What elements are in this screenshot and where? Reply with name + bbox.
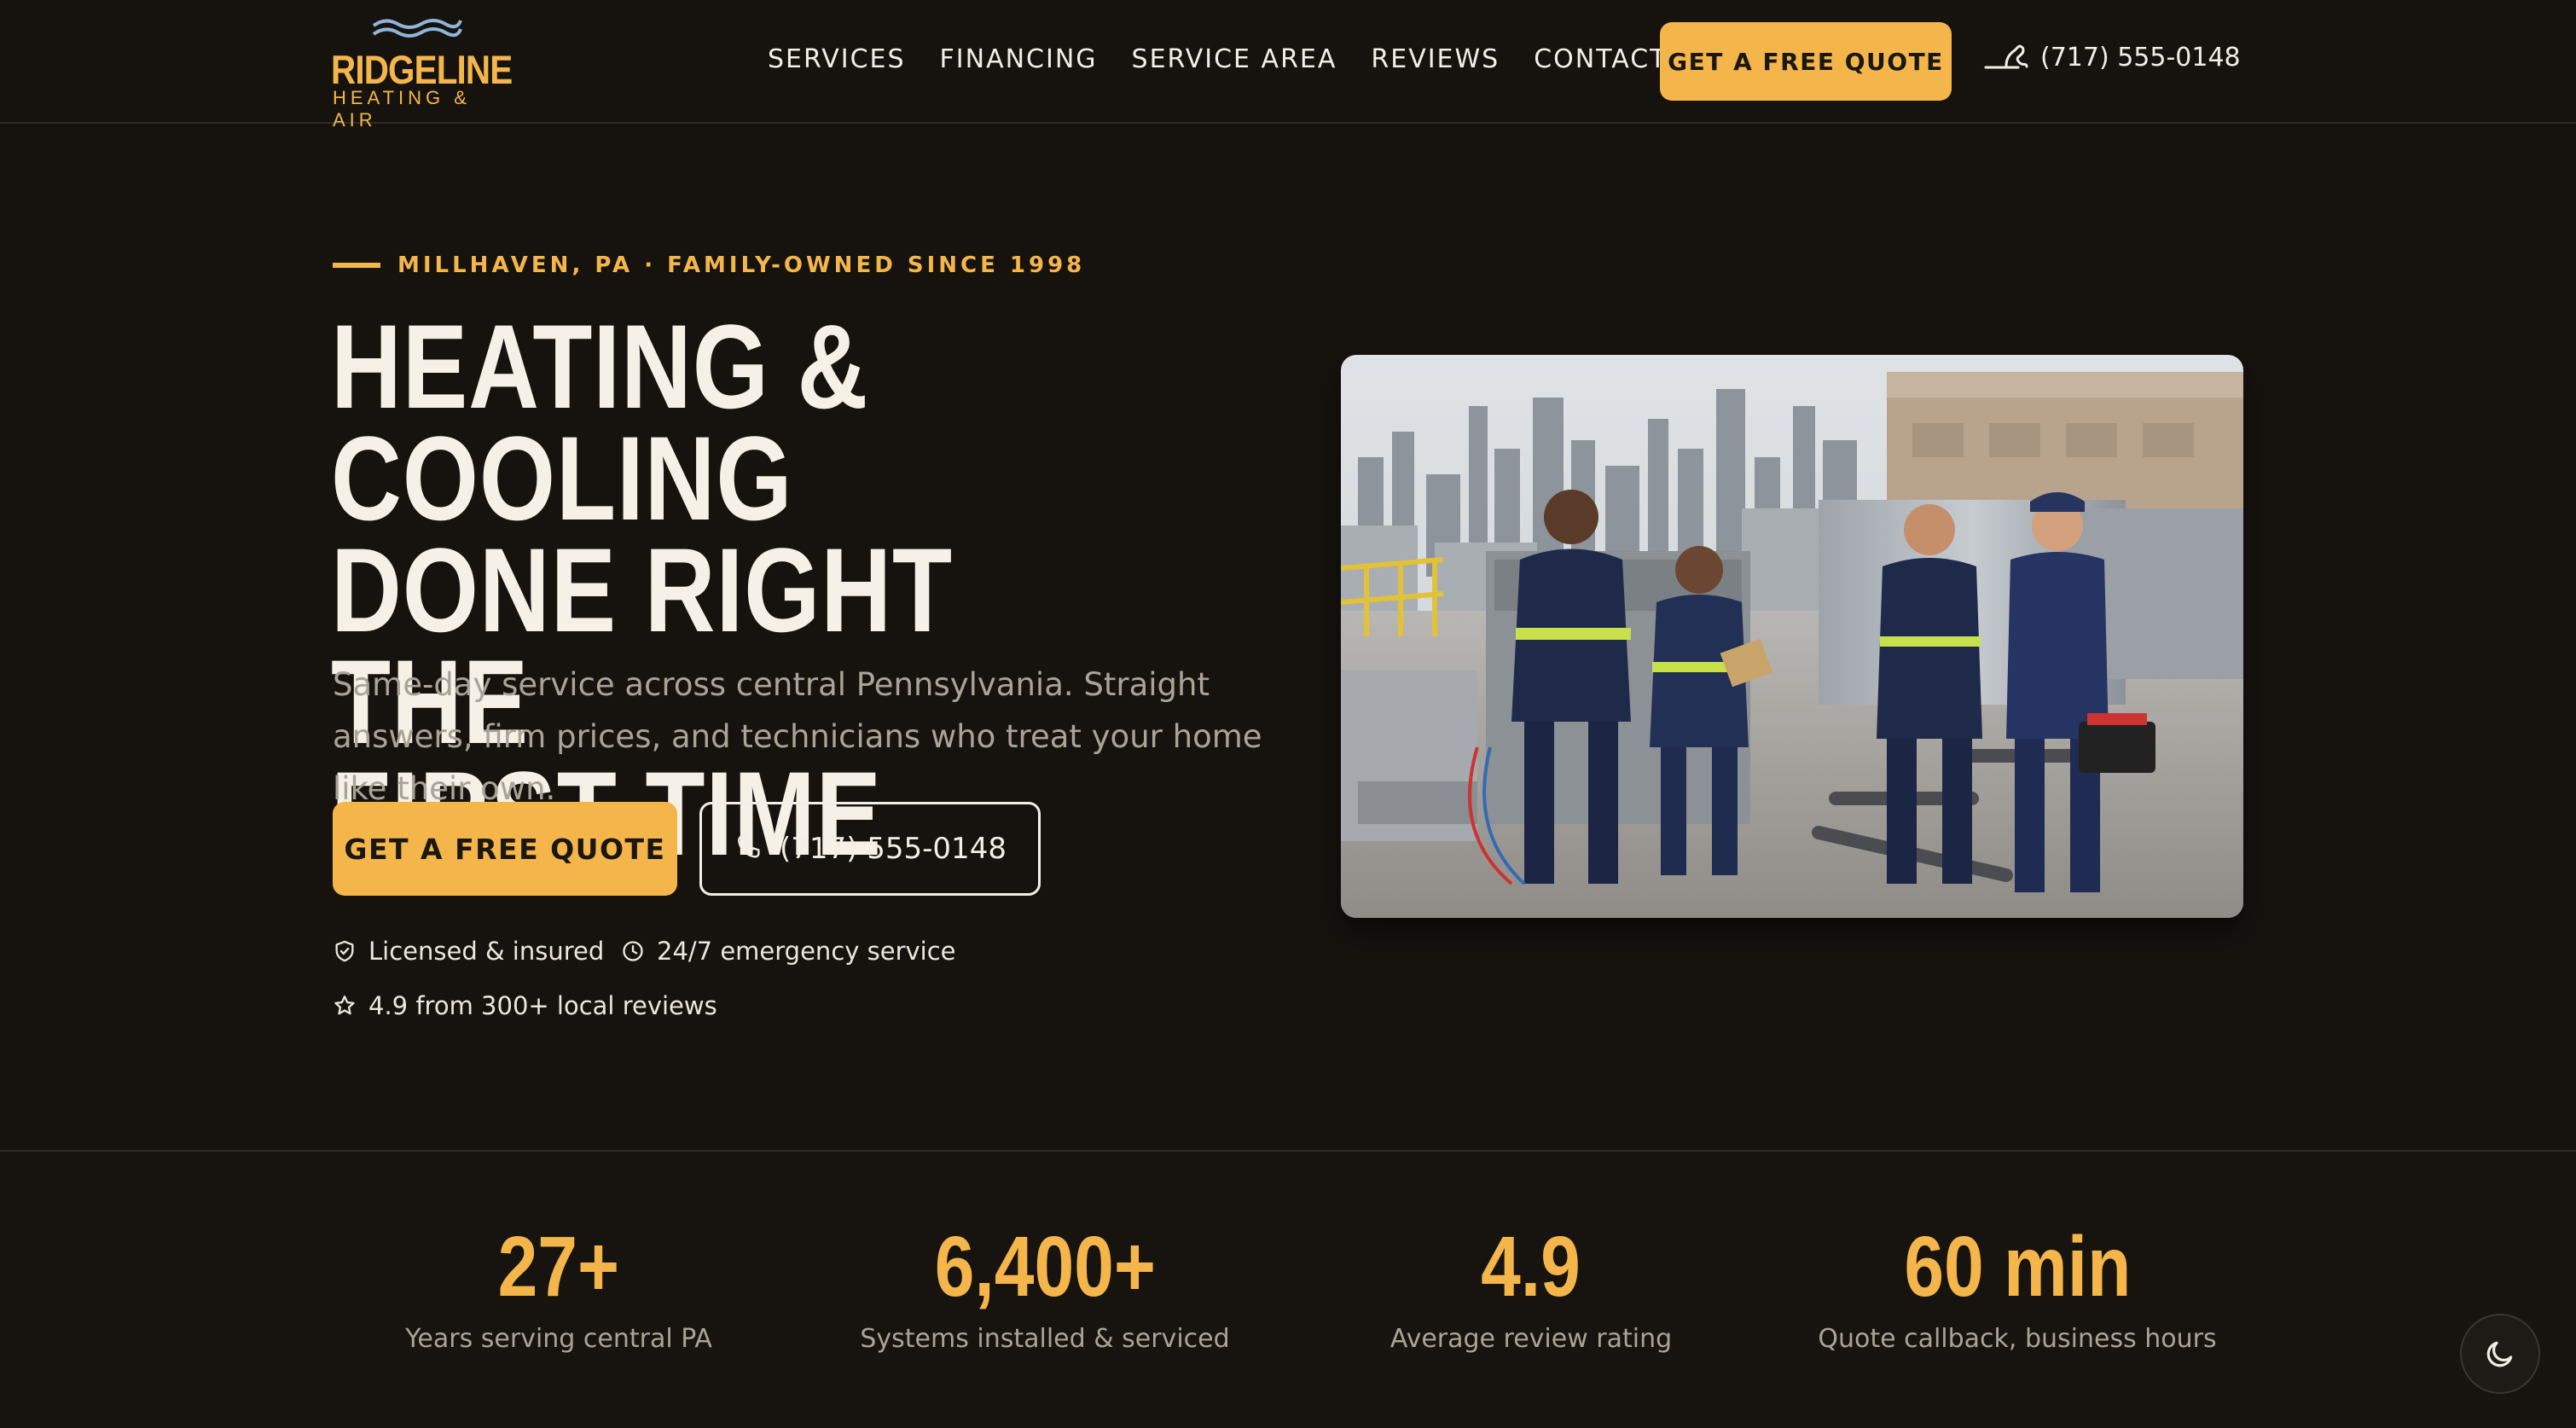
hero-quote-button[interactable]: GET A FREE QUOTE	[333, 802, 677, 896]
trust-licensed: Licensed & insured	[333, 937, 604, 966]
hero-call-button[interactable]: (717) 555-0148	[699, 802, 1041, 896]
hero-call-number: (717) 555-0148	[780, 832, 1007, 866]
waves-icon	[372, 19, 462, 38]
stat-value: 27+	[497, 1219, 620, 1315]
phone-icon	[738, 835, 760, 858]
stat-label: Average review rating	[1390, 1324, 1673, 1354]
nav-phone-link[interactable]: (717) 555-0148	[1984, 43, 2241, 73]
stat-value: 6,400+	[934, 1219, 1156, 1315]
trust-emergency: 24/7 emergency service	[621, 937, 956, 966]
brand-subtitle: HEATING & AIR	[333, 87, 471, 131]
phone-handset-icon	[1984, 44, 2028, 68]
eyebrow-text: MILLHAVEN, PA · FAMILY-OWNED SINCE 1998	[397, 253, 1086, 278]
trust-reviews-label: 4.9 from 300+ local reviews	[368, 991, 717, 1020]
hero-subtitle: Same-day service across central Pennsylv…	[333, 666, 1262, 807]
hero-eyebrow: MILLHAVEN, PA · FAMILY-OWNED SINCE 1998	[333, 253, 1085, 278]
stat-label: Quote callback, business hours	[1818, 1324, 2217, 1354]
shield-check-icon	[335, 940, 354, 962]
theme-toggle-button[interactable]	[2460, 1314, 2540, 1394]
eyebrow-rule	[333, 263, 380, 268]
nav-service-area[interactable]: SERVICE AREA	[1132, 44, 1337, 74]
stat-label: Systems installed & serviced	[860, 1324, 1230, 1354]
site-header: RIDGELINE HEATING & AIR SERVICES FINANCI…	[0, 0, 2576, 131]
hero-title-line-1: HEATING & COOLING	[331, 299, 869, 545]
nav-phone-number: (717) 555-0148	[2040, 43, 2241, 73]
nav-quote-button[interactable]: GET A FREE QUOTE	[1660, 22, 1952, 101]
nav-reviews[interactable]: REVIEWS	[1371, 44, 1500, 74]
clock-icon	[623, 941, 643, 961]
nav-financing[interactable]: FINANCING	[940, 44, 1098, 74]
stat-value: 4.9	[1481, 1219, 1581, 1315]
trust-emergency-label: 24/7 emergency service	[657, 937, 956, 966]
stats-band: 27+ Years serving central PA 6,400+ Syst…	[0, 1150, 2576, 1428]
star-icon	[334, 996, 355, 1015]
stat-rating: 4.9 Average review rating	[1292, 1220, 1770, 1354]
stat-years: 27+ Years serving central PA	[320, 1220, 798, 1354]
brand-logo[interactable]: RIDGELINE HEATING & AIR	[331, 15, 519, 131]
hero-team-photo	[1341, 355, 2243, 918]
brand-name: RIDGELINE	[331, 47, 513, 92]
stat-value: 60 min	[1903, 1219, 2132, 1315]
trust-reviews: 4.9 from 300+ local reviews	[333, 991, 717, 1020]
trust-licensed-label: Licensed & insured	[368, 937, 605, 966]
stat-callback: 60 min Quote callback, business hours	[1778, 1220, 2256, 1354]
nav-services[interactable]: SERVICES	[768, 44, 906, 74]
stat-label: Years serving central PA	[405, 1324, 712, 1354]
moon-icon	[2486, 1341, 2513, 1367]
stat-systems: 6,400+ Systems installed & serviced	[806, 1220, 1284, 1354]
nav-contact[interactable]: CONTACT	[1534, 44, 1667, 74]
main-nav: SERVICES FINANCING SERVICE AREA REVIEWS …	[768, 44, 1702, 74]
